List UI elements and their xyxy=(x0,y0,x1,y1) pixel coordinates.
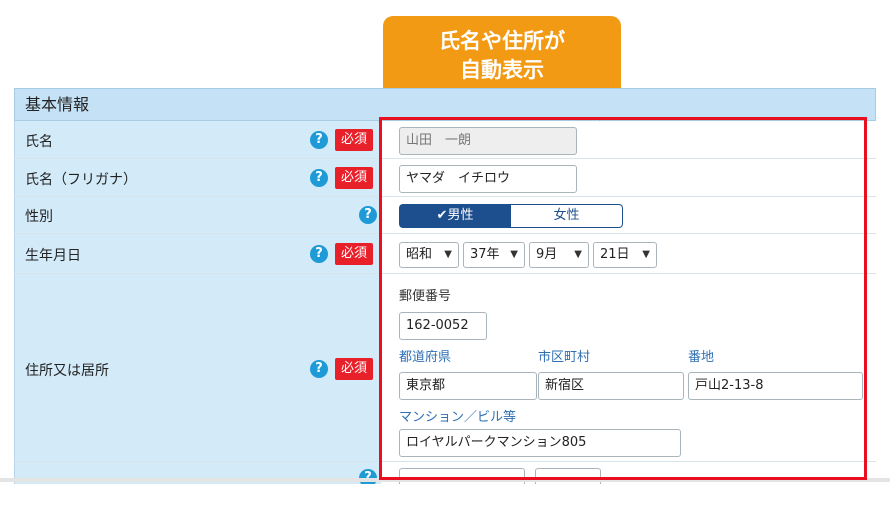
building-field[interactable]: ロイヤルパークマンション805 xyxy=(399,429,681,457)
era-select[interactable]: 昭和 ▼ xyxy=(399,242,459,268)
required-badge: 必須 xyxy=(335,129,373,151)
city-label: 市区町村 xyxy=(538,350,591,365)
page-divider xyxy=(0,478,890,482)
section-title: 基本情報 xyxy=(14,88,876,121)
row-birthdate: 生年月日 ? 必須 昭和 ▼ 37年 ▼ 9月 ▼ 21日 ▼ xyxy=(14,234,876,274)
gender-female-option[interactable]: 女性 xyxy=(511,204,623,228)
callout-line-1: 氏名や住所が xyxy=(439,29,565,53)
help-icon[interactable]: ? xyxy=(310,360,328,378)
kana-field[interactable]: ヤマダ イチロウ xyxy=(399,165,577,193)
prefecture-label: 都道府県 xyxy=(399,350,452,365)
year-select[interactable]: 37年 ▼ xyxy=(463,242,525,268)
prefecture-field[interactable]: 東京都 xyxy=(399,372,537,400)
required-badge: 必須 xyxy=(335,167,373,189)
postal-code-field[interactable]: 162-0052 xyxy=(399,312,487,340)
help-icon[interactable]: ? xyxy=(359,206,377,224)
autofill-callout: 氏名や住所が 自動表示 xyxy=(383,16,621,98)
name-label: 氏名 xyxy=(25,134,53,150)
required-badge: 必須 xyxy=(335,358,373,380)
callout-line-2: 自動表示 xyxy=(460,58,544,82)
street-label: 番地 xyxy=(688,350,715,365)
day-select[interactable]: 21日 ▼ xyxy=(593,242,657,268)
row-name: 氏名 ? 必須 山田 一朗 xyxy=(14,121,876,159)
kana-label: 氏名（フリガナ） xyxy=(25,172,137,188)
street-field[interactable]: 戸山2-13-8 xyxy=(688,372,863,400)
chevron-down-icon: ▼ xyxy=(642,249,650,260)
required-badge: 必須 xyxy=(335,243,373,265)
chevron-down-icon: ▼ xyxy=(510,249,518,260)
postal-label: 郵便番号 xyxy=(399,289,452,304)
row-gender: 性別 ? ✔男性 女性 xyxy=(14,197,876,234)
gender-label: 性別 xyxy=(25,209,53,225)
row-kana: 氏名（フリガナ） ? 必須 ヤマダ イチロウ xyxy=(14,159,876,197)
basic-info-form: 基本情報 氏名 ? 必須 山田 一朗 氏名（フリガナ） ? 必須 ヤマダ イチロ… xyxy=(14,88,876,484)
city-field[interactable]: 新宿区 xyxy=(538,372,684,400)
name-field[interactable]: 山田 一朗 xyxy=(399,127,577,155)
gender-male-option[interactable]: ✔男性 xyxy=(399,204,511,228)
help-icon[interactable]: ? xyxy=(310,245,328,263)
birthdate-label: 生年月日 xyxy=(25,248,81,264)
row-address: 住所又は居所 ? 必須 郵便番号 162-0052 都道府県 市区町村 番地 東… xyxy=(14,274,876,462)
building-label: マンション／ビル等 xyxy=(399,410,517,425)
chevron-down-icon: ▼ xyxy=(574,249,582,260)
help-icon[interactable]: ? xyxy=(310,131,328,149)
address-label: 住所又は居所 xyxy=(25,363,109,379)
chevron-down-icon: ▼ xyxy=(444,249,452,260)
month-select[interactable]: 9月 ▼ xyxy=(529,242,589,268)
help-icon[interactable]: ? xyxy=(310,169,328,187)
